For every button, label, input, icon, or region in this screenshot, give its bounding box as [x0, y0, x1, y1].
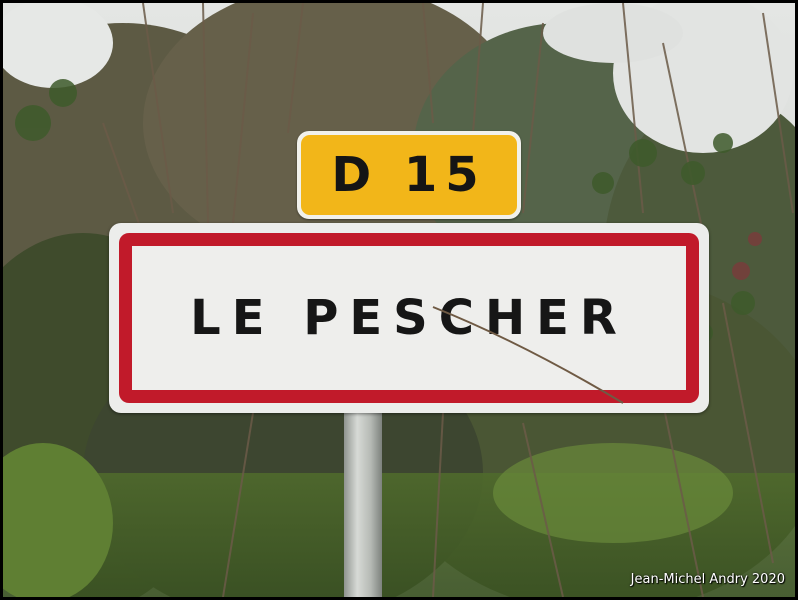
town-name: LE PESCHER — [190, 290, 628, 346]
route-number: D 15 — [301, 135, 517, 215]
photo-frame: D 15 LE PESCHER Jean-Michel Andry 2020 — [0, 0, 798, 600]
town-sign-border: LE PESCHER — [119, 233, 699, 403]
sign-post — [344, 403, 382, 597]
town-sign: LE PESCHER — [109, 223, 709, 413]
photograph: D 15 LE PESCHER Jean-Michel Andry 2020 — [3, 3, 795, 597]
photo-credit: Jean-Michel Andry 2020 — [630, 572, 785, 587]
route-sign: D 15 — [297, 131, 521, 219]
